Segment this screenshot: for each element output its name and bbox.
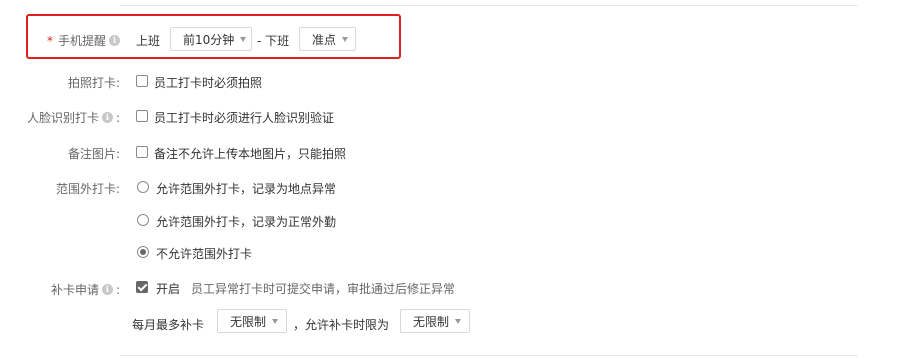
chevron-down-icon xyxy=(455,318,462,324)
chevron-down-icon xyxy=(240,36,247,42)
note-image-checkbox[interactable] xyxy=(136,146,148,158)
info-icon[interactable]: i xyxy=(101,112,113,123)
end-reminder-value: 准点 xyxy=(312,32,337,47)
monthly-limit-select[interactable]: 无限制 xyxy=(217,309,287,333)
out-of-range-radio-2[interactable] xyxy=(137,214,149,226)
monthly-limit-label: 每月最多补卡 xyxy=(132,318,205,332)
top-divider xyxy=(120,5,858,6)
chevron-down-icon xyxy=(272,318,279,324)
makeup-request-description: 员工异常打卡时可提交申请，审批通过后修正异常 xyxy=(191,282,456,296)
phone-reminder-label-text: 手机提醒 xyxy=(57,34,106,48)
monthly-limit-value: 无限制 xyxy=(230,314,267,329)
out-of-range-option-2: 允许范围外打卡，记录为正常外勤 xyxy=(156,215,337,229)
out-of-range-radio-1[interactable] xyxy=(137,181,149,193)
time-limit-label: ，允许补卡时限为 xyxy=(293,318,390,332)
required-mark: * xyxy=(46,33,53,48)
note-image-label-text: 备注图片: xyxy=(67,147,120,161)
note-image-option: 备注不允许上传本地图片，只能拍照 xyxy=(154,147,347,161)
start-time-label: 上班 xyxy=(136,34,161,48)
photo-checkin-label: 拍照打卡: xyxy=(68,74,120,91)
start-reminder-value: 前10分钟 xyxy=(183,32,235,47)
makeup-request-toggle-label: 开启 xyxy=(156,282,181,296)
makeup-request-checkbox[interactable] xyxy=(136,281,148,293)
out-of-range-label: 范围外打卡: xyxy=(56,180,120,197)
bottom-divider xyxy=(120,355,858,356)
face-checkin-label-text: 人脸识别打卡 xyxy=(26,111,99,125)
time-limit-select[interactable]: 无限制 xyxy=(400,309,470,333)
makeup-request-colon: : xyxy=(115,282,120,297)
photo-checkin-checkbox[interactable] xyxy=(136,75,148,87)
makeup-request-label: 补卡申请 i : xyxy=(51,281,120,298)
note-image-label: 备注图片: xyxy=(68,145,120,162)
info-icon[interactable]: i xyxy=(101,284,113,295)
makeup-request-label-text: 补卡申请 xyxy=(50,283,99,297)
out-of-range-label-text: 范围外打卡: xyxy=(55,182,120,196)
start-reminder-select[interactable]: 前10分钟 xyxy=(170,27,252,51)
photo-checkin-option: 员工打卡时必须拍照 xyxy=(154,76,263,90)
phone-reminder-label: * 手机提醒 i xyxy=(47,32,120,49)
face-checkin-checkbox[interactable] xyxy=(136,110,148,122)
end-reminder-select[interactable]: 准点 xyxy=(299,27,356,51)
info-icon[interactable]: i xyxy=(109,35,120,46)
time-limit-value: 无限制 xyxy=(413,314,450,329)
photo-checkin-label-text: 拍照打卡: xyxy=(67,76,120,90)
out-of-range-option-1: 允许范围外打卡，记录为地点异常 xyxy=(156,182,337,196)
end-time-label: - 下班 xyxy=(257,34,290,48)
out-of-range-radio-3[interactable] xyxy=(137,246,149,258)
face-checkin-label: 人脸识别打卡 i : xyxy=(27,109,120,126)
face-checkin-option: 员工打卡时必须进行人脸识别验证 xyxy=(154,111,335,125)
face-checkin-colon: : xyxy=(115,110,120,125)
chevron-down-icon xyxy=(342,36,349,42)
out-of-range-option-3: 不允许范围外打卡 xyxy=(156,247,253,261)
